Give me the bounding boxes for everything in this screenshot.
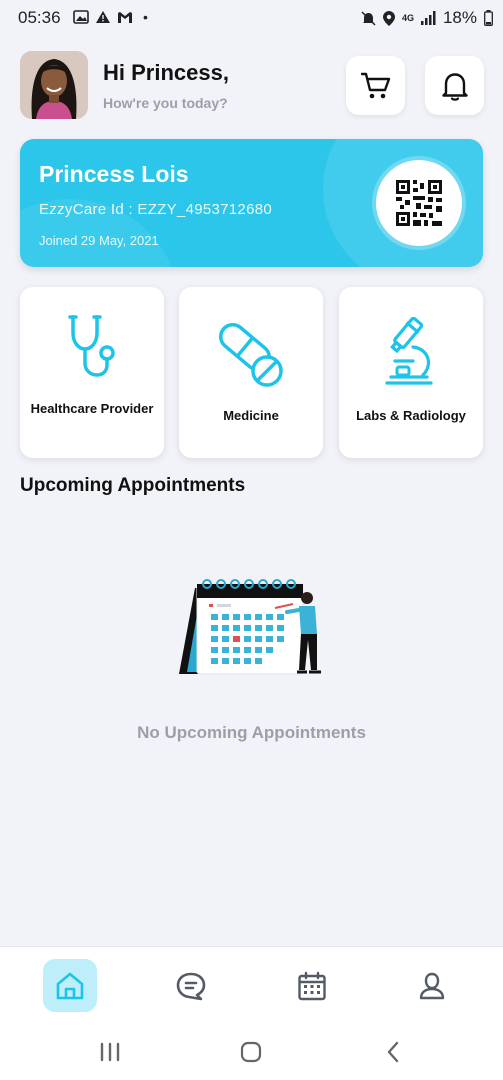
bell-icon xyxy=(441,72,468,101)
empty-calendar-illustration xyxy=(175,578,330,678)
nav-profile[interactable] xyxy=(405,959,459,1012)
service-label: Medicine xyxy=(223,408,279,423)
signal-icon xyxy=(420,11,436,25)
recent-apps-button[interactable] xyxy=(97,1038,123,1066)
calendar-illustration-icon xyxy=(179,579,321,675)
system-home-button[interactable] xyxy=(238,1038,264,1066)
no-appointments-text: No Upcoming Appointments xyxy=(137,723,366,742)
member-name: Princess Lois xyxy=(39,161,189,187)
service-label: Healthcare Provider xyxy=(30,401,154,416)
service-medicine[interactable]: Medicine xyxy=(179,287,323,458)
greeting-title: Hi Princess, xyxy=(103,60,229,85)
appointments-title: Upcoming Appointments xyxy=(20,475,246,496)
back-button[interactable] xyxy=(380,1038,406,1066)
cart-icon xyxy=(360,72,390,98)
battery-icon xyxy=(484,10,493,26)
notification-icons: • xyxy=(73,9,148,25)
bottom-navigation xyxy=(0,946,503,1024)
greeting-subtitle: How're you today? xyxy=(103,95,228,111)
chat-icon xyxy=(176,972,206,1000)
system-home-icon xyxy=(240,1041,262,1063)
avatar[interactable] xyxy=(20,51,88,119)
cart-button[interactable] xyxy=(346,56,405,115)
service-healthcare-provider[interactable]: Healthcare Provider xyxy=(20,287,164,458)
member-id: EzzyCare Id : EZZY_4953712680 xyxy=(39,201,272,218)
gmail-icon xyxy=(118,11,132,23)
status-bar: 05:36 • 4G 18% xyxy=(0,0,503,36)
pill-icon xyxy=(218,322,283,387)
stethoscope-icon xyxy=(68,315,115,377)
member-card[interactable]: Princess Lois EzzyCare Id : EZZY_4953712… xyxy=(20,139,483,267)
image-icon xyxy=(73,10,89,24)
system-navigation-bar xyxy=(0,1024,503,1080)
location-icon xyxy=(382,10,395,26)
microscope-icon xyxy=(385,317,433,385)
system-status-icons: 4G 18% xyxy=(361,8,493,28)
service-labs-radiology[interactable]: Labs & Radiology xyxy=(339,287,483,458)
profile-photo xyxy=(20,51,88,119)
nav-home[interactable] xyxy=(43,959,97,1012)
notifications-button[interactable] xyxy=(425,56,484,115)
service-label: Labs & Radiology xyxy=(356,408,466,423)
nav-appointments[interactable] xyxy=(285,959,339,1012)
member-joined-date: Joined 29 May, 2021 xyxy=(39,233,159,248)
nav-messages[interactable] xyxy=(164,959,218,1012)
qr-code-button[interactable] xyxy=(376,160,462,246)
battery-percent: 18% xyxy=(442,8,477,27)
home-icon xyxy=(56,972,84,999)
recent-apps-icon xyxy=(100,1042,120,1062)
calendar-icon xyxy=(298,971,326,1000)
more-notifications-dot: • xyxy=(143,9,148,25)
status-time: 05:36 xyxy=(18,8,61,27)
warning-icon xyxy=(96,11,110,23)
network-type: 4G xyxy=(401,12,414,23)
back-icon xyxy=(387,1041,399,1063)
profile-icon xyxy=(419,972,445,999)
mute-icon xyxy=(361,10,376,26)
qr-code-icon xyxy=(396,180,442,226)
